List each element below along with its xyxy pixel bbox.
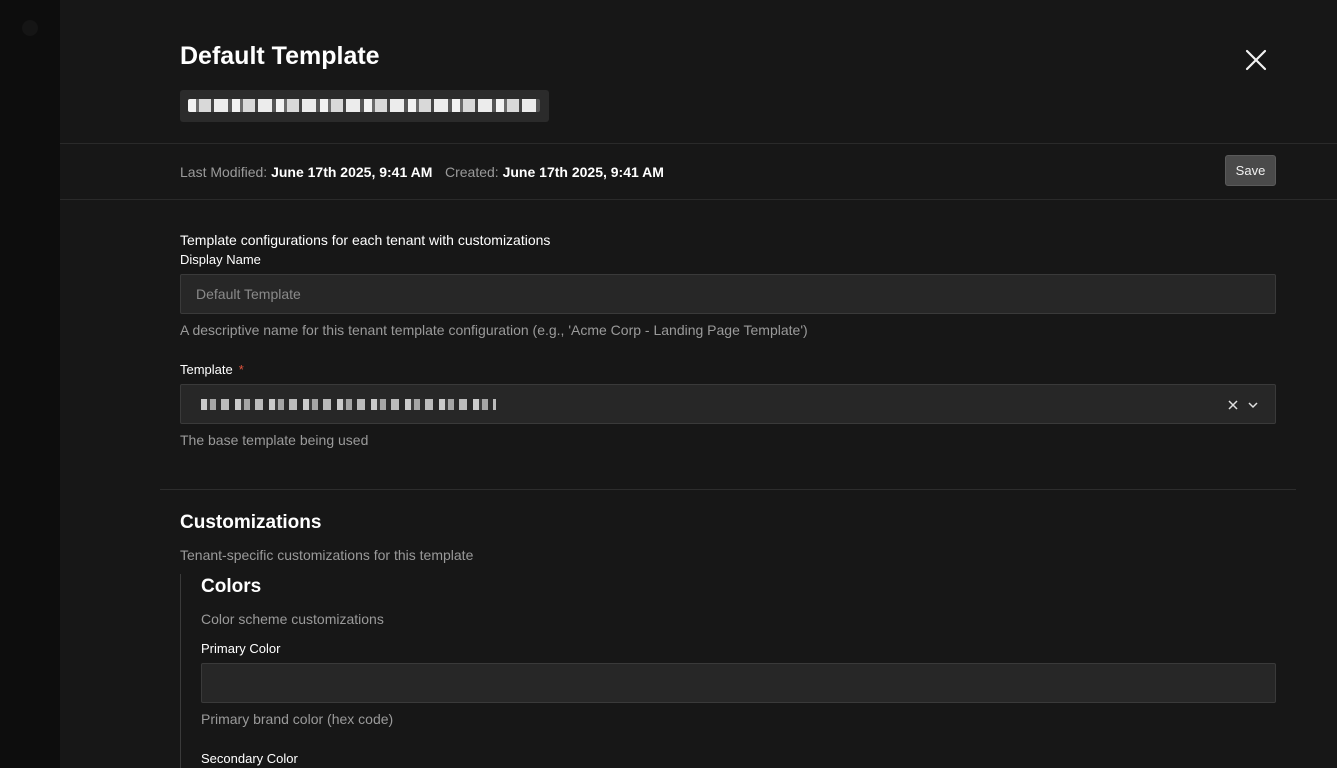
customizations-description: Tenant-specific customizations for this … bbox=[180, 547, 474, 563]
clear-icon[interactable] bbox=[1226, 398, 1240, 412]
redacted-identifier bbox=[180, 90, 549, 122]
drawer-title: Default Template bbox=[180, 42, 380, 70]
last-modified-label: Last Modified: bbox=[180, 164, 268, 180]
display-name-label: Display Name bbox=[180, 252, 261, 267]
template-label: Template * bbox=[180, 362, 244, 377]
metadata-bar: Last Modified: June 17th 2025, 9:41 AM C… bbox=[60, 143, 1337, 200]
section-divider bbox=[160, 489, 1296, 490]
save-button[interactable]: Save bbox=[1225, 155, 1276, 186]
template-drawer: Default Template Last Modified: June 17t… bbox=[60, 0, 1337, 768]
last-modified: Last Modified: June 17th 2025, 9:41 AM bbox=[180, 164, 432, 180]
created-value: June 17th 2025, 9:41 AM bbox=[502, 164, 664, 180]
template-help: The base template being used bbox=[180, 432, 369, 448]
primary-color-help: Primary brand color (hex code) bbox=[201, 711, 394, 727]
redacted-template-value bbox=[201, 399, 496, 410]
display-name-help: A descriptive name for this tenant templ… bbox=[180, 322, 808, 338]
redacted-text bbox=[188, 99, 540, 112]
chevron-down-icon[interactable] bbox=[1246, 398, 1260, 412]
created: Created: June 17th 2025, 9:41 AM bbox=[445, 164, 664, 180]
display-name-input[interactable] bbox=[180, 274, 1276, 314]
background-sidebar bbox=[0, 0, 60, 768]
drawer-header: Default Template bbox=[60, 0, 1337, 144]
close-button[interactable] bbox=[1241, 45, 1271, 75]
colors-group-border bbox=[180, 574, 181, 768]
form-description: Template configurations for each tenant … bbox=[180, 232, 551, 248]
required-indicator: * bbox=[238, 362, 244, 377]
secondary-color-label: Secondary Color bbox=[201, 751, 298, 766]
primary-color-label: Primary Color bbox=[201, 641, 281, 656]
template-select[interactable] bbox=[180, 384, 1276, 424]
template-label-text: Template bbox=[180, 362, 233, 377]
close-icon bbox=[1245, 49, 1267, 71]
customizations-heading: Customizations bbox=[180, 512, 322, 533]
primary-color-input[interactable] bbox=[201, 663, 1276, 703]
colors-heading: Colors bbox=[201, 576, 262, 597]
created-label: Created: bbox=[445, 164, 499, 180]
background-logo-icon bbox=[22, 20, 38, 36]
colors-description: Color scheme customizations bbox=[201, 611, 384, 627]
last-modified-value: June 17th 2025, 9:41 AM bbox=[271, 164, 433, 180]
